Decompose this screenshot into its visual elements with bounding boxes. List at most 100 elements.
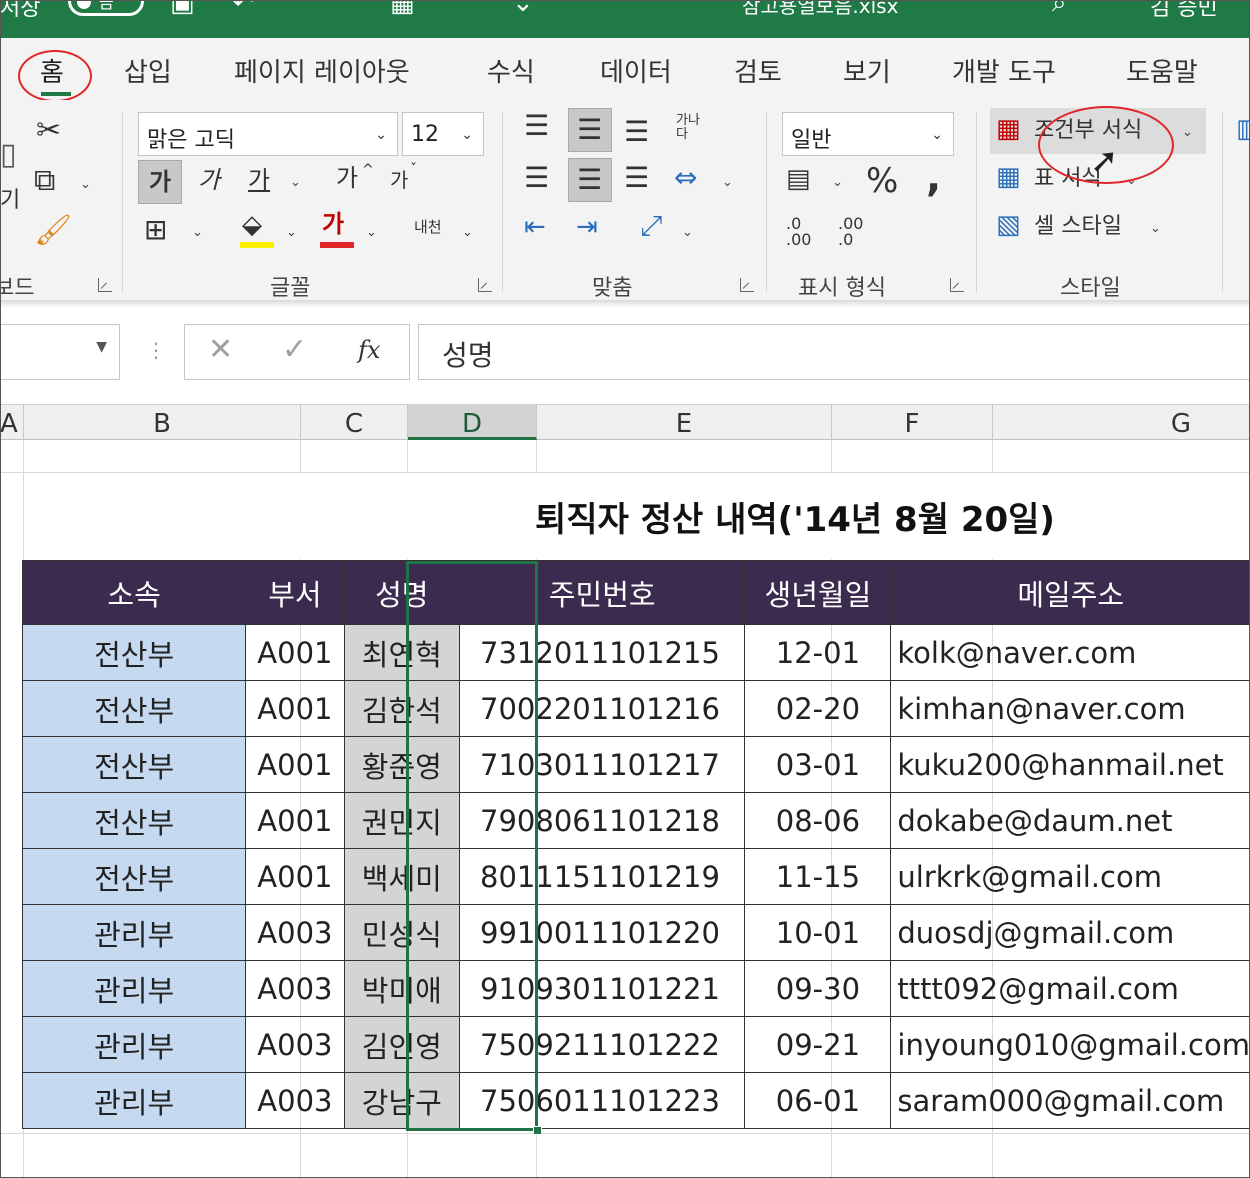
search-icon[interactable]: ⌕ [1052,0,1067,19]
cell-email[interactable]: kuku200@hanmail.net [890,736,1250,793]
decrease-decimal-button[interactable]: .00 .0 [838,216,874,248]
cell-birthdate[interactable]: 08-06 [744,792,892,849]
cell-department[interactable]: A001 [245,792,345,849]
align-left-icon[interactable]: ☰ [524,164,549,192]
cell-name[interactable]: 최연혁 [343,624,461,681]
align-middle-icon[interactable]: ☰ [568,108,612,152]
cell-resident-number[interactable]: 7908061101218 [459,792,746,849]
cell-email[interactable]: duosdj@gmail.com [890,904,1250,961]
font-color-button[interactable]: 가 [322,212,344,236]
align-bottom-icon[interactable]: ☰ [624,118,649,146]
copy-chevron-icon[interactable]: ⌄ [80,178,91,191]
cell-resident-number[interactable]: 8011151101219 [459,848,746,905]
cell-affiliation[interactable]: 관리부 [21,1072,247,1129]
tab-page-layout[interactable]: 페이지 레이아웃 [234,52,410,89]
percent-button[interactable]: % [866,164,898,198]
cell-affiliation[interactable]: 전산부 [21,792,247,849]
merge-center-icon[interactable]: ⇔ [674,164,697,192]
enter-icon[interactable]: ✓ [282,332,307,367]
name-box[interactable]: ▼ [0,324,120,380]
cell-name[interactable]: 강남구 [343,1072,461,1129]
grow-font-button[interactable]: 가 [336,166,358,190]
cell-email[interactable]: tttt092@gmail.com [890,960,1250,1017]
cell-affiliation[interactable]: 전산부 [21,848,247,905]
borders-icon[interactable]: ⊞ [144,216,167,244]
column-header-b[interactable]: B [24,405,301,440]
increase-indent-icon[interactable]: ⇥ [576,214,598,240]
orientation-icon[interactable]: ⤢ [640,212,662,240]
cell-birthdate[interactable]: 02-20 [744,680,892,737]
column-header-a[interactable]: A [0,405,24,440]
underline-button[interactable]: 가 [248,168,270,192]
shrink-font-button[interactable]: 가 [390,170,408,190]
cell-resident-number[interactable]: 7506011101223 [459,1072,746,1129]
cell-email[interactable]: saram000@gmail.com [890,1072,1250,1129]
number-launcher-icon[interactable] [950,278,964,292]
cell-birthdate[interactable]: 10-01 [744,904,892,961]
customize-chevron-icon[interactable]: ⌄ [512,0,534,18]
calculator-icon[interactable]: ▦ [390,0,415,18]
paste-label[interactable]: 기 [0,190,20,212]
cell-resident-number[interactable]: 7509211101222 [459,1016,746,1073]
align-center-icon[interactable]: ☰ [568,158,612,202]
column-header-f[interactable]: F [832,405,993,440]
underline-chevron-icon[interactable]: ⌄ [290,176,301,189]
cell-birthdate[interactable]: 09-30 [744,960,892,1017]
cells-insert-icon[interactable]: ▥ [1236,116,1250,142]
wrap-text-button[interactable]: 가나다 [676,114,704,142]
cell-name[interactable]: 황준영 [343,736,461,793]
cell-resident-number[interactable]: 9910011101220 [459,904,746,961]
cell-birthdate[interactable]: 03-01 [744,736,892,793]
tab-help[interactable]: 도움말 [1126,52,1198,89]
cell-email[interactable]: kimhan@naver.com [890,680,1250,737]
cell-department[interactable]: A001 [245,680,345,737]
header-cell-name[interactable]: 성명 [343,560,461,625]
tab-data[interactable]: 데이터 [600,52,672,89]
cell-name[interactable]: 백세미 [343,848,461,905]
font-launcher-icon[interactable] [478,278,492,292]
cell-name[interactable]: 민성식 [343,904,461,961]
insert-function-icon[interactable]: fx [358,336,380,364]
header-cell-affiliation[interactable]: 소속 [21,560,247,625]
save-icon[interactable]: ▣ [170,0,195,18]
tab-view[interactable]: 보기 [843,52,891,89]
worksheet[interactable]: 퇴직자 정산 내역('14년 8월 20일) 소속 부서 성명 주민번호 생년월… [0,440,1250,1178]
tab-review[interactable]: 검토 [734,52,782,89]
cell-name[interactable]: 권민지 [343,792,461,849]
cell-affiliation[interactable]: 전산부 [21,680,247,737]
cell-resident-number[interactable]: 9109301101221 [459,960,746,1017]
column-header-d[interactable]: D [408,405,537,440]
cell-name[interactable]: 김인영 [343,1016,461,1073]
font-color-chevron-icon[interactable]: ⌄ [366,226,377,239]
cell-name[interactable]: 김한석 [343,680,461,737]
cell-department[interactable]: A003 [245,960,345,1017]
cell-resident-number[interactable]: 7002201101216 [459,680,746,737]
cell-affiliation[interactable]: 전산부 [21,624,247,681]
tab-formulas[interactable]: 수식 [487,52,535,89]
tab-insert[interactable]: 삽입 [124,52,172,89]
cell-department[interactable]: A001 [245,736,345,793]
cell-styles-button[interactable]: ▧ 셀 스타일 ⌄ [990,204,1190,250]
cell-birthdate[interactable]: 12-01 [744,624,892,681]
cell-email[interactable]: inyoung010@gmail.com [890,1016,1250,1073]
cancel-icon[interactable]: ✕ [208,332,233,367]
cell-email[interactable]: ulrkrk@gmail.com [890,848,1250,905]
clipboard-launcher-icon[interactable] [98,278,112,292]
cell-resident-number[interactable]: 7103011101217 [459,736,746,793]
cell-email[interactable]: dokabe@daum.net [890,792,1250,849]
cell-birthdate[interactable]: 11-15 [744,848,892,905]
increase-decimal-button[interactable]: .0 .00 [786,216,822,248]
cell-department[interactable]: A001 [245,624,345,681]
cut-icon[interactable]: ✂ [36,116,61,146]
phonetic-button[interactable]: 내천 [414,216,442,237]
align-top-icon[interactable]: ☰ [524,112,549,140]
phonetic-chevron-icon[interactable]: ⌄ [462,226,473,239]
column-header-c[interactable]: C [301,405,408,440]
number-format-combo[interactable]: 일반 ⌄ [782,112,954,156]
comma-button[interactable]: , [926,158,941,198]
fill-color-icon[interactable]: ⬙ [242,212,262,238]
cell-affiliation[interactable]: 관리부 [21,1016,247,1073]
accounting-format-icon[interactable]: ▤ [786,166,811,192]
column-header-g[interactable]: G [993,405,1250,440]
header-cell-email[interactable]: 메일주소 [890,560,1250,625]
